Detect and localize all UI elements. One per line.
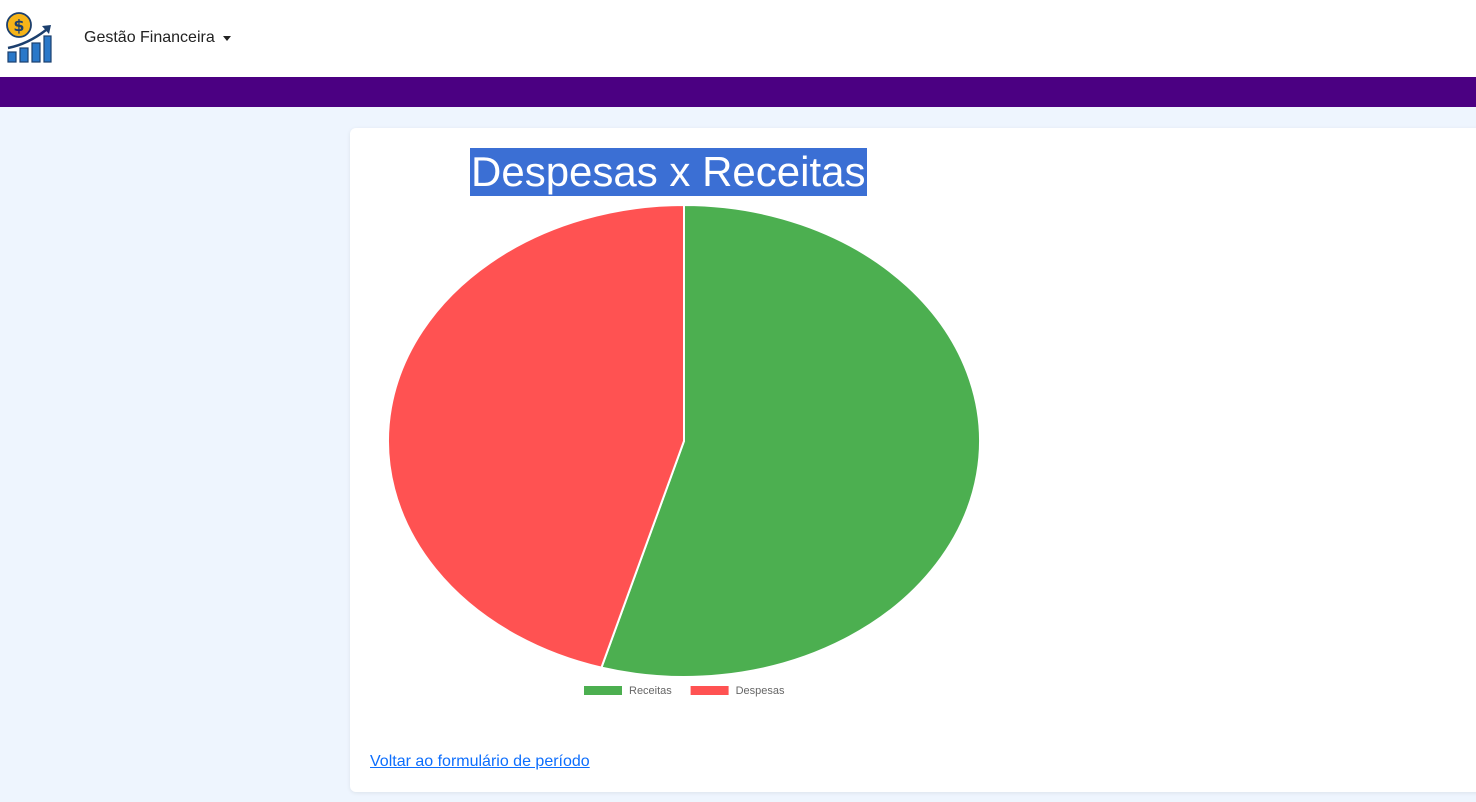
brand-menu-label: Gestão Financeira	[84, 29, 215, 46]
top-navbar: $ Gestão Financeira	[0, 0, 1476, 77]
chart-card: Receitas Despesas Despesas x Receitas Vol…	[350, 128, 1476, 792]
chevron-down-icon	[222, 35, 231, 41]
svg-text:$: $	[13, 16, 24, 35]
brand-dropdown-toggle[interactable]: Gestão Financeira	[84, 27, 231, 49]
legend-swatch-despesas[interactable]	[690, 686, 729, 695]
accent-bar	[0, 77, 1476, 107]
pie-chart: Receitas Despesas	[387, 203, 981, 697]
legend-label-receitas[interactable]: Receitas	[629, 685, 672, 697]
chart-title: Despesas x Receitas	[470, 148, 867, 196]
back-to-period-form-link[interactable]: Voltar ao formulário de período	[370, 753, 590, 771]
legend-label-despesas[interactable]: Despesas	[736, 685, 785, 697]
legend-swatch-receitas[interactable]	[584, 686, 622, 695]
app-logo-icon[interactable]: $	[4, 10, 54, 64]
